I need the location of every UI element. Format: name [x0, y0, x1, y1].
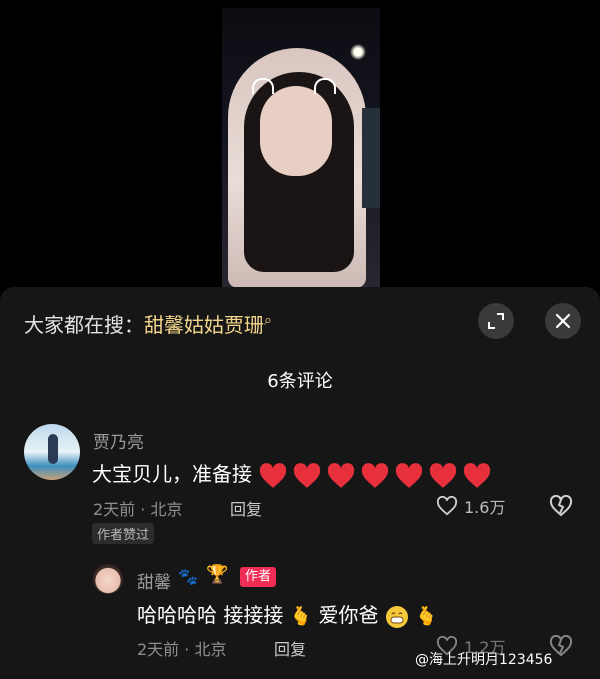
reply-button[interactable]: 回复: [230, 496, 262, 520]
comments-count-title: 6条评论: [267, 371, 333, 392]
video-thumbnail: [222, 8, 380, 287]
reply-username[interactable]: 甜馨: [137, 568, 171, 593]
watermark: @海上升明月123456: [415, 652, 553, 668]
red-heart-icon: [429, 462, 457, 488]
red-heart-icon: [327, 462, 355, 488]
reply-dislike-button[interactable]: [549, 634, 573, 661]
author-liked-badge: 作者赞过: [92, 523, 155, 544]
dislike-button[interactable]: [549, 494, 573, 521]
like-button[interactable]: 1.6万: [436, 494, 505, 518]
reply-reply-button[interactable]: 回复: [274, 636, 306, 660]
broken-heart-icon: [549, 494, 573, 517]
finger-heart-icon: 🫰: [415, 606, 438, 627]
like-heart-icon: [436, 496, 458, 516]
reply-text-part1: 哈哈哈哈 接接接: [137, 603, 284, 627]
close-icon: [555, 313, 571, 329]
avatar[interactable]: [24, 424, 80, 480]
trophy-icon: 🏆: [206, 564, 229, 585]
reply-avatar[interactable]: [93, 564, 123, 594]
comments-panel: 大家都在搜：甜馨姑姑贾珊⌕ 6条评论 贾乃亮 大宝贝儿，准备接 2天前 · 北京…: [0, 287, 600, 679]
broken-heart-icon: [549, 634, 573, 657]
comment-username[interactable]: 贾乃亮: [93, 428, 144, 453]
reply-meta: 2天前 · 北京: [137, 640, 227, 659]
video-player[interactable]: [0, 0, 600, 287]
comment-text-content: 大宝贝儿，准备接: [92, 462, 252, 486]
search-keyword[interactable]: 甜馨姑姑贾珊: [144, 313, 264, 337]
search-suggestion[interactable]: 大家都在搜：甜馨姑姑贾珊⌕: [24, 309, 272, 338]
like-count: 1.6万: [464, 498, 506, 517]
red-heart-icon: [293, 462, 321, 488]
red-heart-icon: [259, 462, 287, 488]
paw-icon: 🐾: [178, 567, 198, 586]
magnifier-icon: ⌕: [264, 312, 272, 329]
comment-text: 大宝贝儿，准备接: [92, 458, 492, 489]
finger-heart-icon: 🫰: [289, 606, 313, 627]
comment-meta: 2天前 · 北京: [93, 500, 183, 519]
expand-button[interactable]: [478, 303, 514, 339]
red-heart-icon: [463, 462, 491, 488]
reply-text-part2: 爱你爸: [318, 603, 379, 627]
expand-icon: [488, 313, 504, 329]
author-tag: 作者: [240, 567, 277, 587]
heart-emoji-row: [258, 462, 492, 489]
close-button[interactable]: [545, 303, 581, 339]
grin-emoji-icon: [385, 605, 408, 628]
reply-text: 哈哈哈哈 接接接 🫰 爱你爸 🫰: [137, 599, 438, 629]
search-prefix: 大家都在搜：: [24, 313, 144, 337]
red-heart-icon: [395, 462, 423, 488]
red-heart-icon: [361, 462, 389, 488]
